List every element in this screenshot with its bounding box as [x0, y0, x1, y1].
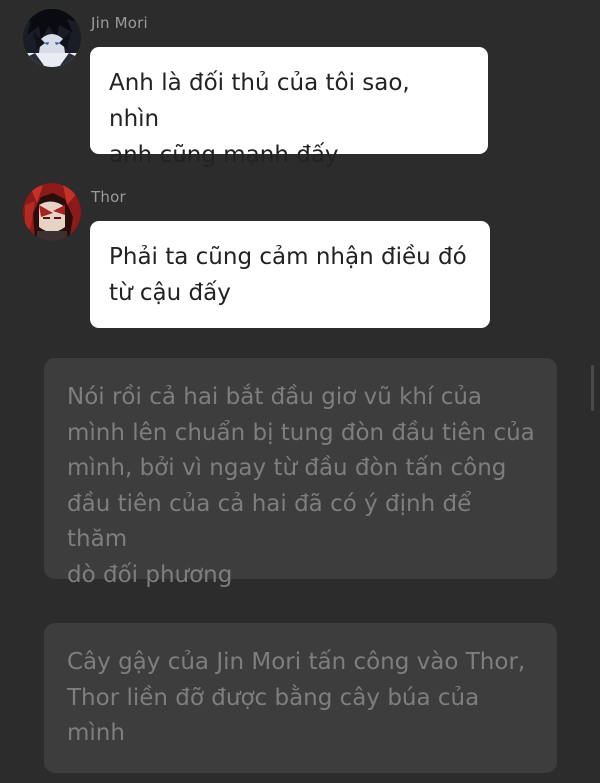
avatar-jin-mori[interactable]: [23, 9, 81, 67]
avatar-thor[interactable]: [23, 183, 81, 241]
sender-name: Jin Mori: [91, 14, 148, 32]
sender-name: Thor: [91, 188, 126, 206]
scrollbar-thumb[interactable]: [591, 365, 594, 411]
message-bubble[interactable]: Anh là đối thủ của tôi sao, nhìn anh cũn…: [90, 47, 488, 168]
narration-block: Nói rồi cả hai bắt đầu giơ vũ khí của mì…: [44, 358, 557, 588]
narration-block: Cây gậy của Jin Mori tấn công vào Thor, …: [44, 623, 557, 773]
message-bubble[interactable]: Phải ta cũng cảm nhận điều đó từ cậu đấy: [90, 221, 490, 328]
